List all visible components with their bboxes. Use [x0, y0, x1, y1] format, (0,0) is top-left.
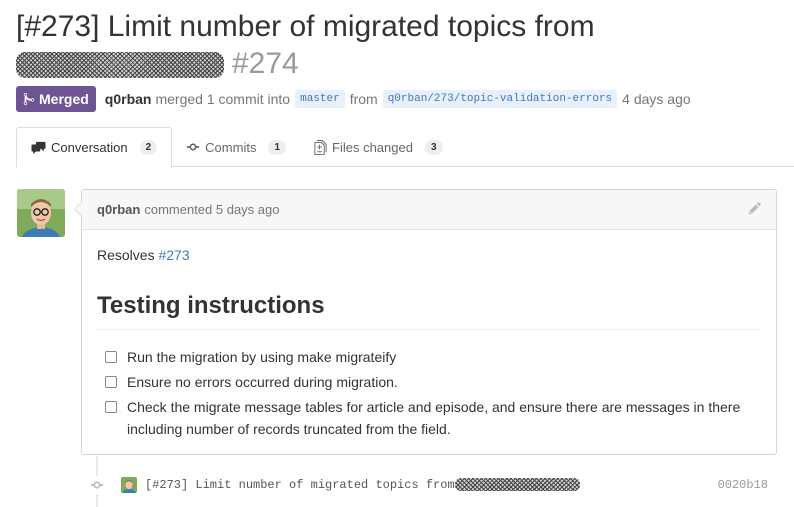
task-label: Run the migration by using make migratei…	[127, 349, 397, 365]
commit-sha-link[interactable]: 0020b18	[718, 478, 768, 492]
merged-state-label: Merged	[39, 91, 89, 107]
tab-conversation[interactable]: Conversation 2	[16, 127, 173, 168]
head-branch[interactable]: q0rban/273/topic-validation-errors	[382, 90, 618, 108]
comment-discussion-icon	[31, 141, 46, 154]
task-label: Ensure no errors occurred during migrati…	[127, 374, 398, 390]
comment-box: q0rban commented 5 days ago Resolves #27…	[74, 189, 777, 455]
redacted-text	[454, 478, 580, 492]
task-label: Check the migrate message tables for art…	[127, 399, 741, 437]
merged-text: merged 1 commit into	[155, 91, 291, 107]
comment-author-link[interactable]: q0rban	[97, 202, 140, 217]
pencil-icon[interactable]	[748, 201, 762, 218]
tab-commits[interactable]: Commits 1	[172, 127, 300, 167]
author-avatar[interactable]	[17, 189, 65, 237]
pr-title-text: [#273] Limit number of migrated topics f…	[16, 10, 595, 43]
testing-heading: Testing instructions	[97, 291, 761, 330]
task-item: Ensure no errors occurred during migrati…	[97, 371, 761, 393]
commit-message: [#273] Limit number of migrated topics f…	[145, 478, 455, 492]
pr-tabs: Conversation 2 Commits 1 Files changed 3	[16, 127, 794, 168]
merged-state-badge: Merged	[16, 86, 96, 112]
redacted-text	[16, 52, 224, 79]
from-text: from	[349, 91, 378, 107]
pr-number: #274	[232, 47, 299, 80]
tab-commits-count: 1	[268, 139, 287, 155]
tab-conversation-label: Conversation	[51, 140, 128, 155]
git-commit-icon	[187, 143, 200, 151]
merged-time: 4 days ago	[622, 91, 691, 107]
base-branch[interactable]: master	[295, 90, 345, 108]
tab-commits-label: Commits	[205, 139, 257, 155]
comment-body: Resolves #273 Testing instructions Run t…	[82, 230, 776, 440]
task-checkbox[interactable]	[105, 401, 117, 413]
task-checkbox[interactable]	[105, 376, 117, 388]
commit-row: [#273] Limit number of migrated topics f…	[88, 474, 778, 496]
tab-files-changed[interactable]: Files changed 3	[300, 127, 457, 167]
task-item: Run the migration by using make migratei…	[97, 346, 761, 368]
pr-title: [#273] Limit number of migrated topics f…	[16, 8, 786, 82]
pr-meta: Merged q0rban merged 1 commit into maste…	[16, 86, 691, 112]
resolves-text: Resolves	[97, 247, 155, 263]
task-item: Check the migrate message tables for art…	[97, 396, 761, 440]
tab-files-changed-label: Files changed	[332, 139, 413, 155]
avatar-image	[17, 189, 65, 237]
pr-author-link[interactable]: q0rban	[105, 91, 152, 107]
tab-conversation-count: 2	[139, 140, 158, 155]
git-merge-icon	[23, 92, 35, 106]
resolves-line: Resolves #273	[97, 246, 761, 264]
diff-icon	[314, 139, 327, 155]
task-checkbox[interactable]	[105, 351, 117, 363]
commit-message-link[interactable]: [#273] Limit number of migrated topics f…	[145, 478, 580, 492]
comment-timestamp: commented 5 days ago	[144, 202, 280, 217]
task-list: Run the migration by using make migratei…	[97, 346, 761, 440]
tab-files-changed-count: 3	[424, 139, 443, 155]
git-commit-icon	[88, 476, 106, 494]
comment-header: q0rban commented 5 days ago	[82, 190, 776, 230]
issue-link[interactable]: #273	[158, 247, 189, 263]
commit-author-avatar[interactable]	[121, 477, 137, 493]
